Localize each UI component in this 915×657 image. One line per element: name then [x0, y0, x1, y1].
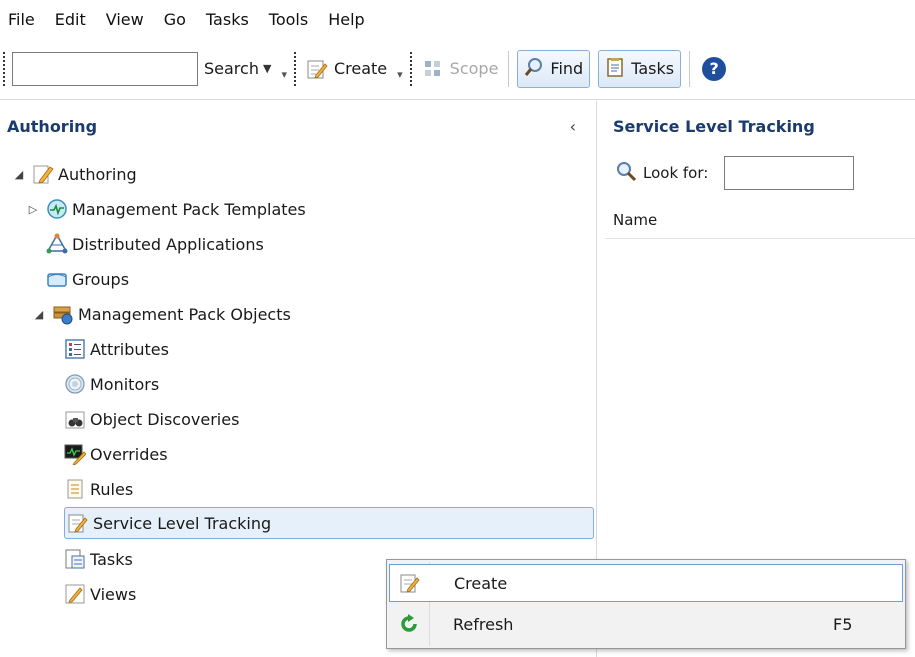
template-icon: [46, 198, 68, 220]
tree-item-overrides[interactable]: Overrides: [64, 438, 168, 470]
search-icon: [615, 160, 637, 186]
search-dropdown-button[interactable]: Search ▼: [198, 59, 277, 78]
binoculars-icon: [64, 408, 86, 430]
menu-tasks[interactable]: Tasks: [196, 10, 259, 29]
column-header-label: Name: [613, 210, 658, 229]
chevron-down-icon: ▼: [262, 62, 272, 75]
overrides-icon: [64, 443, 86, 465]
tree-item-distributed-applications[interactable]: Distributed Applications: [46, 228, 264, 260]
menu-tools[interactable]: Tools: [259, 10, 318, 29]
overflow-icon-2[interactable]: ▾: [397, 68, 403, 81]
toolbar-separator-2: [689, 50, 691, 87]
navigation-pane-title: Authoring: [7, 116, 98, 136]
menu-help[interactable]: Help: [318, 10, 374, 29]
tasks-button[interactable]: Tasks: [598, 49, 682, 88]
tree-item-monitors[interactable]: Monitors: [64, 368, 159, 400]
help-icon[interactable]: ?: [702, 56, 727, 81]
scope-icon: [422, 58, 444, 80]
tasks-tree-icon: [64, 548, 86, 570]
overflow-icon[interactable]: ▾: [281, 68, 287, 81]
menu-go[interactable]: Go: [154, 10, 196, 29]
expanded-arrow-icon[interactable]: ◢: [32, 308, 46, 321]
context-menu-label: Create: [454, 573, 508, 593]
scope-button[interactable]: Scope: [416, 58, 505, 80]
look-for-bar: Look for:: [605, 151, 915, 195]
tree-item-object-discoveries[interactable]: Object Discoveries: [64, 403, 239, 435]
tree-item-management-pack-templates[interactable]: ▷ Management Pack Templates: [26, 193, 306, 225]
create-icon: [306, 58, 328, 80]
attributes-icon: [64, 338, 86, 360]
distributed-app-icon: [46, 233, 68, 255]
toolbar-grip-3[interactable]: [409, 51, 413, 86]
expanded-arrow-icon[interactable]: ◢: [12, 168, 26, 181]
tree-item-management-pack-objects[interactable]: ◢ Management Pack Objects: [32, 298, 291, 330]
pencil-icon: [32, 163, 54, 185]
tree-item-label: Monitors: [90, 374, 160, 394]
context-menu-create[interactable]: Create: [389, 564, 903, 602]
tree-item-label: Attributes: [90, 339, 169, 359]
tree-item-views[interactable]: Views: [64, 578, 136, 610]
tree-item-authoring[interactable]: ◢ Authoring: [12, 158, 137, 190]
tree-item-label: Object Discoveries: [90, 409, 240, 429]
menu-bar: File Edit View Go Tasks Tools Help: [0, 0, 915, 38]
find-icon: [524, 57, 544, 81]
menu-file[interactable]: File: [2, 10, 45, 29]
tree-item-rules[interactable]: Rules: [64, 473, 133, 505]
tree-item-label: Management Pack Objects: [78, 304, 291, 324]
scope-label: Scope: [449, 59, 499, 78]
tree-item-label: Overrides: [90, 444, 168, 464]
collapse-pane-icon[interactable]: ‹: [570, 117, 576, 136]
search-label: Search: [204, 59, 259, 78]
column-header-name[interactable]: Name: [605, 201, 915, 239]
find-button[interactable]: Find: [517, 49, 591, 88]
context-menu-refresh[interactable]: Refresh F5: [389, 605, 903, 643]
rules-icon: [64, 478, 86, 500]
create-button[interactable]: Create: [300, 58, 393, 80]
find-label: Find: [550, 59, 584, 78]
toolbar-separator: [508, 50, 510, 87]
context-menu-shortcut: F5: [833, 614, 853, 634]
refresh-icon: [389, 613, 429, 635]
toolbar-grip[interactable]: [3, 51, 6, 86]
tree-item-label: Groups: [72, 269, 130, 289]
toolbar: Search ▼ ▾ Create ▾ Scope Find Tasks ?: [0, 38, 915, 100]
tree-item-label: Distributed Applications: [72, 234, 264, 254]
menu-view[interactable]: View: [96, 10, 154, 29]
collapsed-arrow-icon[interactable]: ▷: [26, 203, 40, 216]
tree-item-service-level-tracking[interactable]: Service Level Tracking: [64, 507, 594, 539]
look-for-input[interactable]: [724, 156, 855, 190]
results-pane-title: Service Level Tracking: [613, 116, 815, 136]
context-menu: Create Refresh F5: [386, 559, 906, 649]
tree-item-tasks[interactable]: Tasks: [64, 543, 133, 575]
views-icon: [64, 583, 86, 605]
tree-item-groups[interactable]: Groups: [46, 263, 129, 295]
tree-item-attributes[interactable]: Attributes: [64, 333, 169, 365]
look-for-label: Look for:: [643, 164, 709, 182]
tree-item-label: Service Level Tracking: [93, 513, 272, 533]
toolbar-grip-2[interactable]: [293, 51, 297, 86]
monitors-icon: [64, 373, 86, 395]
context-menu-label: Refresh: [453, 614, 514, 634]
create-icon: [390, 572, 430, 594]
navigation-pane-header: Authoring ‹: [0, 101, 596, 151]
tasks-label: Tasks: [631, 59, 675, 78]
tree-item-label: Authoring: [58, 164, 137, 184]
pack-objects-icon: [52, 303, 74, 325]
menu-edit[interactable]: Edit: [45, 10, 96, 29]
groups-icon: [46, 268, 68, 290]
service-level-icon: [67, 512, 89, 534]
search-input[interactable]: [12, 51, 198, 86]
tree-item-label: Management Pack Templates: [72, 199, 306, 219]
tree-item-label: Rules: [90, 479, 134, 499]
tree-item-label: Views: [90, 584, 137, 604]
tree-item-label: Tasks: [90, 549, 133, 569]
create-label: Create: [333, 59, 388, 78]
tasks-icon: [605, 57, 625, 81]
